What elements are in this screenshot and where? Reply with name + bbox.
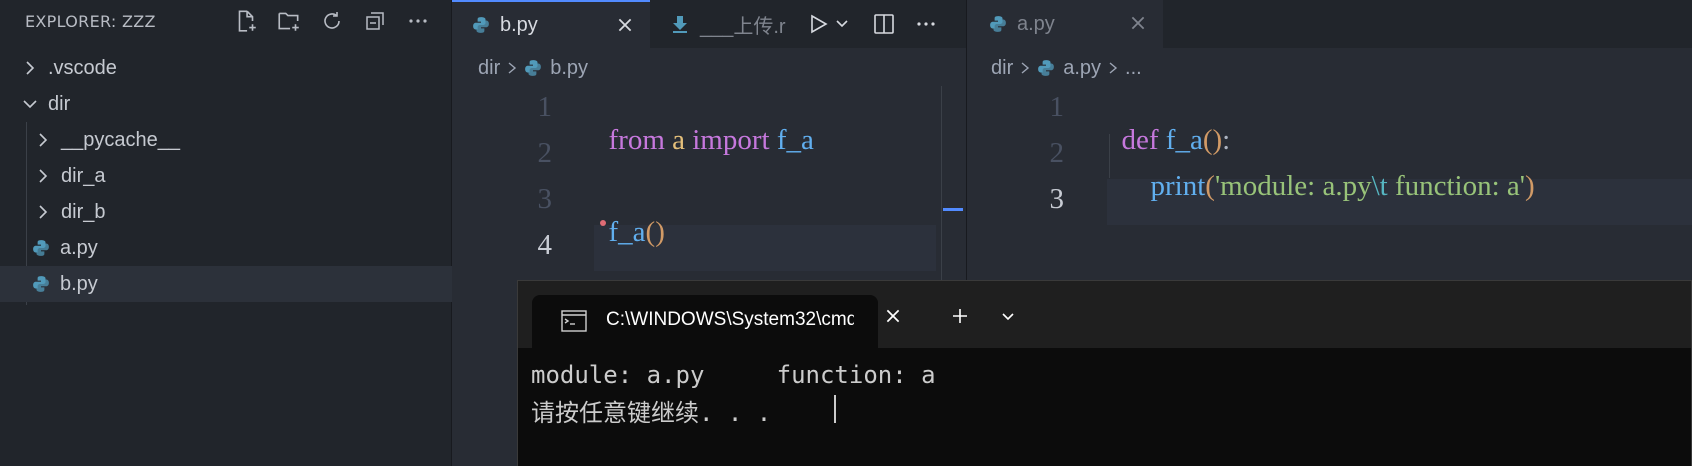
line-number: 2 xyxy=(1049,137,1065,169)
breadcrumb-item[interactable]: ... xyxy=(1125,57,1142,80)
tab-b-py[interactable]: b.py xyxy=(452,0,650,48)
terminal-output-line: 请按任意键继续. . . xyxy=(531,399,772,427)
terminal-tab[interactable]: C:\WINDOWS\System32\cmd.exe xyxy=(532,295,878,348)
download-arrow-icon xyxy=(672,15,688,33)
python-file-icon xyxy=(524,59,542,77)
code-token: import xyxy=(692,124,770,156)
more-icon[interactable] xyxy=(400,6,435,36)
tree-item-label: dir_a xyxy=(61,164,106,187)
line-number: 1 xyxy=(537,91,553,123)
new-folder-icon[interactable] xyxy=(271,6,306,36)
new-tab-plus-icon[interactable] xyxy=(950,306,970,326)
code-token: from xyxy=(608,124,665,156)
chevron-right-icon xyxy=(506,61,518,75)
chevron-right-icon xyxy=(35,132,51,148)
explorer-sidebar: EXPLORER: ZZZ .vscode dir __pycache__ di… xyxy=(0,0,483,466)
chevron-down-icon[interactable] xyxy=(834,15,850,31)
new-file-icon[interactable] xyxy=(228,6,263,36)
tab-label: a.py xyxy=(1017,12,1055,35)
tab-label: b.py xyxy=(500,13,538,36)
breadcrumb-item[interactable]: dir xyxy=(991,57,1013,80)
line-number: 1 xyxy=(1049,91,1065,123)
chevron-right-icon xyxy=(1107,61,1119,75)
code-token: function: a' xyxy=(1387,170,1526,202)
cmd-prompt-icon xyxy=(561,310,587,332)
lint-error-marker xyxy=(600,220,606,226)
tab-upload[interactable]: ___上传.r xyxy=(650,0,794,48)
line-number: 2 xyxy=(537,137,553,169)
breadcrumb-item[interactable]: a.py xyxy=(1063,57,1101,80)
tree-item-b-py[interactable]: b.py xyxy=(0,266,483,302)
tree-item-label: dir xyxy=(48,92,71,115)
chevron-right-icon xyxy=(35,204,51,220)
code-token: () xyxy=(645,216,665,248)
code-token: print xyxy=(1150,170,1206,202)
chevron-right-icon xyxy=(22,60,38,76)
code-token: \t xyxy=(1371,170,1388,202)
right-breadcrumb: dir a.py ... xyxy=(991,52,1142,84)
close-icon[interactable] xyxy=(616,16,634,34)
chevron-down-icon[interactable] xyxy=(1000,308,1016,324)
tree-item-label: dir_b xyxy=(61,200,106,223)
explorer-actions xyxy=(228,6,435,36)
terminal-tab-title: C:\WINDOWS\System32\cmd.exe xyxy=(606,309,854,330)
line-number: 4 xyxy=(537,229,553,261)
code-token: f_a xyxy=(608,216,646,248)
code-line-3: f_a() xyxy=(594,183,665,249)
chevron-down-icon xyxy=(22,96,38,112)
breadcrumb-item[interactable]: b.py xyxy=(550,57,588,80)
tree-item-label: b.py xyxy=(60,272,98,295)
code-token: a xyxy=(672,124,685,156)
tab-label: ___上传.r xyxy=(700,15,786,38)
left-tab-bar: b.py ___上传.r xyxy=(452,0,966,48)
python-file-icon xyxy=(32,275,50,293)
tree-item-pycache[interactable]: __pycache__ xyxy=(0,122,486,158)
line-number: 3 xyxy=(537,183,553,215)
terminal-window[interactable]: C:\WINDOWS\System32\cmd.exe module: a.py… xyxy=(517,280,1692,466)
split-editor-icon[interactable] xyxy=(872,12,896,36)
right-tab-bar: a.py xyxy=(966,0,1692,48)
terminal-cursor xyxy=(834,395,836,423)
code-line-1: from a import f_a xyxy=(594,91,814,157)
collapse-all-icon[interactable] xyxy=(357,6,392,36)
tree-item-dir[interactable]: dir xyxy=(0,86,473,122)
tree-item-label: a.py xyxy=(60,236,98,259)
refresh-icon[interactable] xyxy=(314,6,349,36)
more-icon[interactable] xyxy=(914,12,938,36)
close-icon[interactable] xyxy=(1129,14,1147,32)
line-number: 3 xyxy=(1049,183,1065,215)
tree-item-dir-a[interactable]: dir_a xyxy=(0,158,486,194)
tab-a-py[interactable]: a.py xyxy=(967,0,1163,48)
left-breadcrumb: dir b.py xyxy=(478,52,588,84)
code-token: ( xyxy=(1205,170,1215,202)
python-file-icon xyxy=(1037,59,1055,77)
breadcrumb-item[interactable]: dir xyxy=(478,57,500,80)
terminal-titlebar: C:\WINDOWS\System32\cmd.exe xyxy=(518,281,1691,348)
code-token: 'module: a.py xyxy=(1214,170,1372,202)
chevron-right-icon xyxy=(35,168,51,184)
tree-item-vscode[interactable]: .vscode xyxy=(0,50,473,86)
run-icon[interactable] xyxy=(806,12,830,36)
python-file-icon xyxy=(989,15,1007,33)
chevron-right-icon xyxy=(1019,61,1031,75)
terminal-output-line: module: a.py function: a xyxy=(531,361,936,389)
code-token: f_a xyxy=(776,124,814,156)
python-file-icon xyxy=(472,16,490,34)
code-line-2: print('module: a.py\t function: a') xyxy=(1107,137,1535,203)
python-file-icon xyxy=(32,239,50,257)
tree-item-dir-b[interactable]: dir_b xyxy=(0,194,486,230)
tree-item-a-py[interactable]: a.py xyxy=(0,230,483,266)
tree-item-label: .vscode xyxy=(48,56,117,79)
close-icon[interactable] xyxy=(884,307,902,325)
tree-item-label: __pycache__ xyxy=(61,128,180,151)
code-token: ) xyxy=(1525,170,1535,202)
scroll-marker xyxy=(943,208,963,211)
